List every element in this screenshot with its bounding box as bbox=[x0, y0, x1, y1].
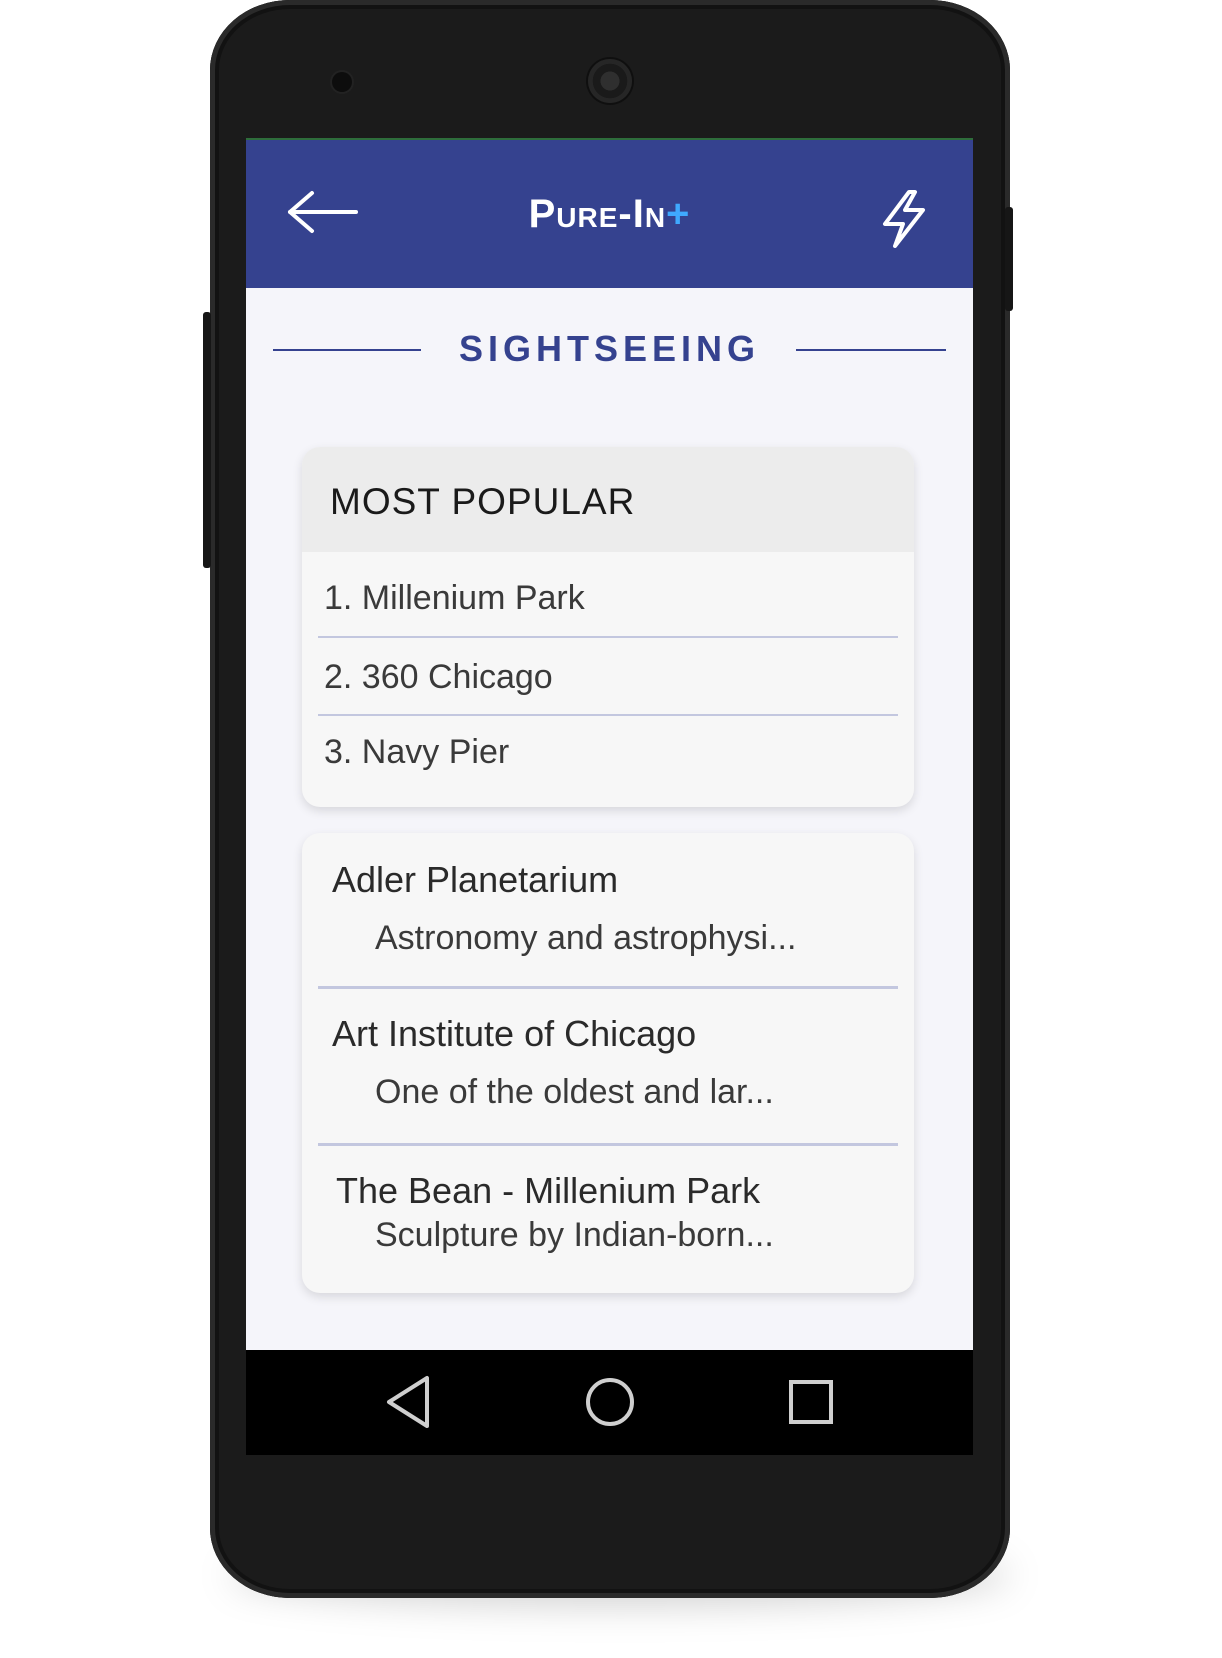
place-item-the-bean[interactable]: The Bean - Millenium Park Sculpture by I… bbox=[318, 1146, 898, 1286]
nav-back-triangle-icon[interactable] bbox=[379, 1370, 443, 1434]
earpiece-speaker bbox=[588, 59, 632, 103]
power-button bbox=[1005, 207, 1013, 311]
list-item[interactable]: 1. Millenium Park bbox=[318, 552, 898, 638]
app-title-text: Pure-In bbox=[528, 192, 667, 236]
front-camera bbox=[332, 72, 352, 92]
most-popular-heading: MOST POPULAR bbox=[330, 481, 636, 522]
volume-button bbox=[203, 312, 211, 568]
place-item-adler-planetarium[interactable]: Adler Planetarium Astronomy and astrophy… bbox=[318, 833, 898, 989]
nav-recents-square-icon[interactable] bbox=[779, 1370, 843, 1434]
android-nav-bar bbox=[246, 1350, 973, 1455]
list-item[interactable]: 2. 360 Chicago bbox=[318, 638, 898, 716]
place-title: The Bean - Millenium Park bbox=[336, 1170, 761, 1211]
app-screen: Pure-In+ SIGHTSEEING MOST POPULAR 1. Mil… bbox=[246, 138, 973, 1350]
place-title: Art Institute of Chicago bbox=[332, 1013, 697, 1054]
most-popular-header: MOST POPULAR bbox=[302, 447, 914, 552]
place-description: Astronomy and astrophysi... bbox=[375, 919, 797, 957]
app-title-plus: + bbox=[666, 192, 691, 236]
app-title: Pure-In+ bbox=[246, 192, 973, 237]
section-divider-right bbox=[796, 349, 946, 351]
app-header: Pure-In+ bbox=[246, 138, 973, 288]
place-description: Sculpture by Indian-born... bbox=[375, 1216, 774, 1254]
place-description: One of the oldest and lar... bbox=[375, 1073, 774, 1111]
places-card: Adler Planetarium Astronomy and astrophy… bbox=[302, 833, 914, 1293]
lightning-bolt-icon[interactable] bbox=[877, 188, 929, 250]
place-item-art-institute[interactable]: Art Institute of Chicago One of the olde… bbox=[318, 989, 898, 1146]
place-title: Adler Planetarium bbox=[332, 859, 619, 900]
section-header: SIGHTSEEING bbox=[246, 320, 973, 380]
most-popular-card: MOST POPULAR 1. Millenium Park 2. 360 Ch… bbox=[302, 447, 914, 807]
nav-home-circle-icon[interactable] bbox=[578, 1370, 642, 1434]
list-item[interactable]: 3. Navy Pier bbox=[318, 716, 898, 794]
